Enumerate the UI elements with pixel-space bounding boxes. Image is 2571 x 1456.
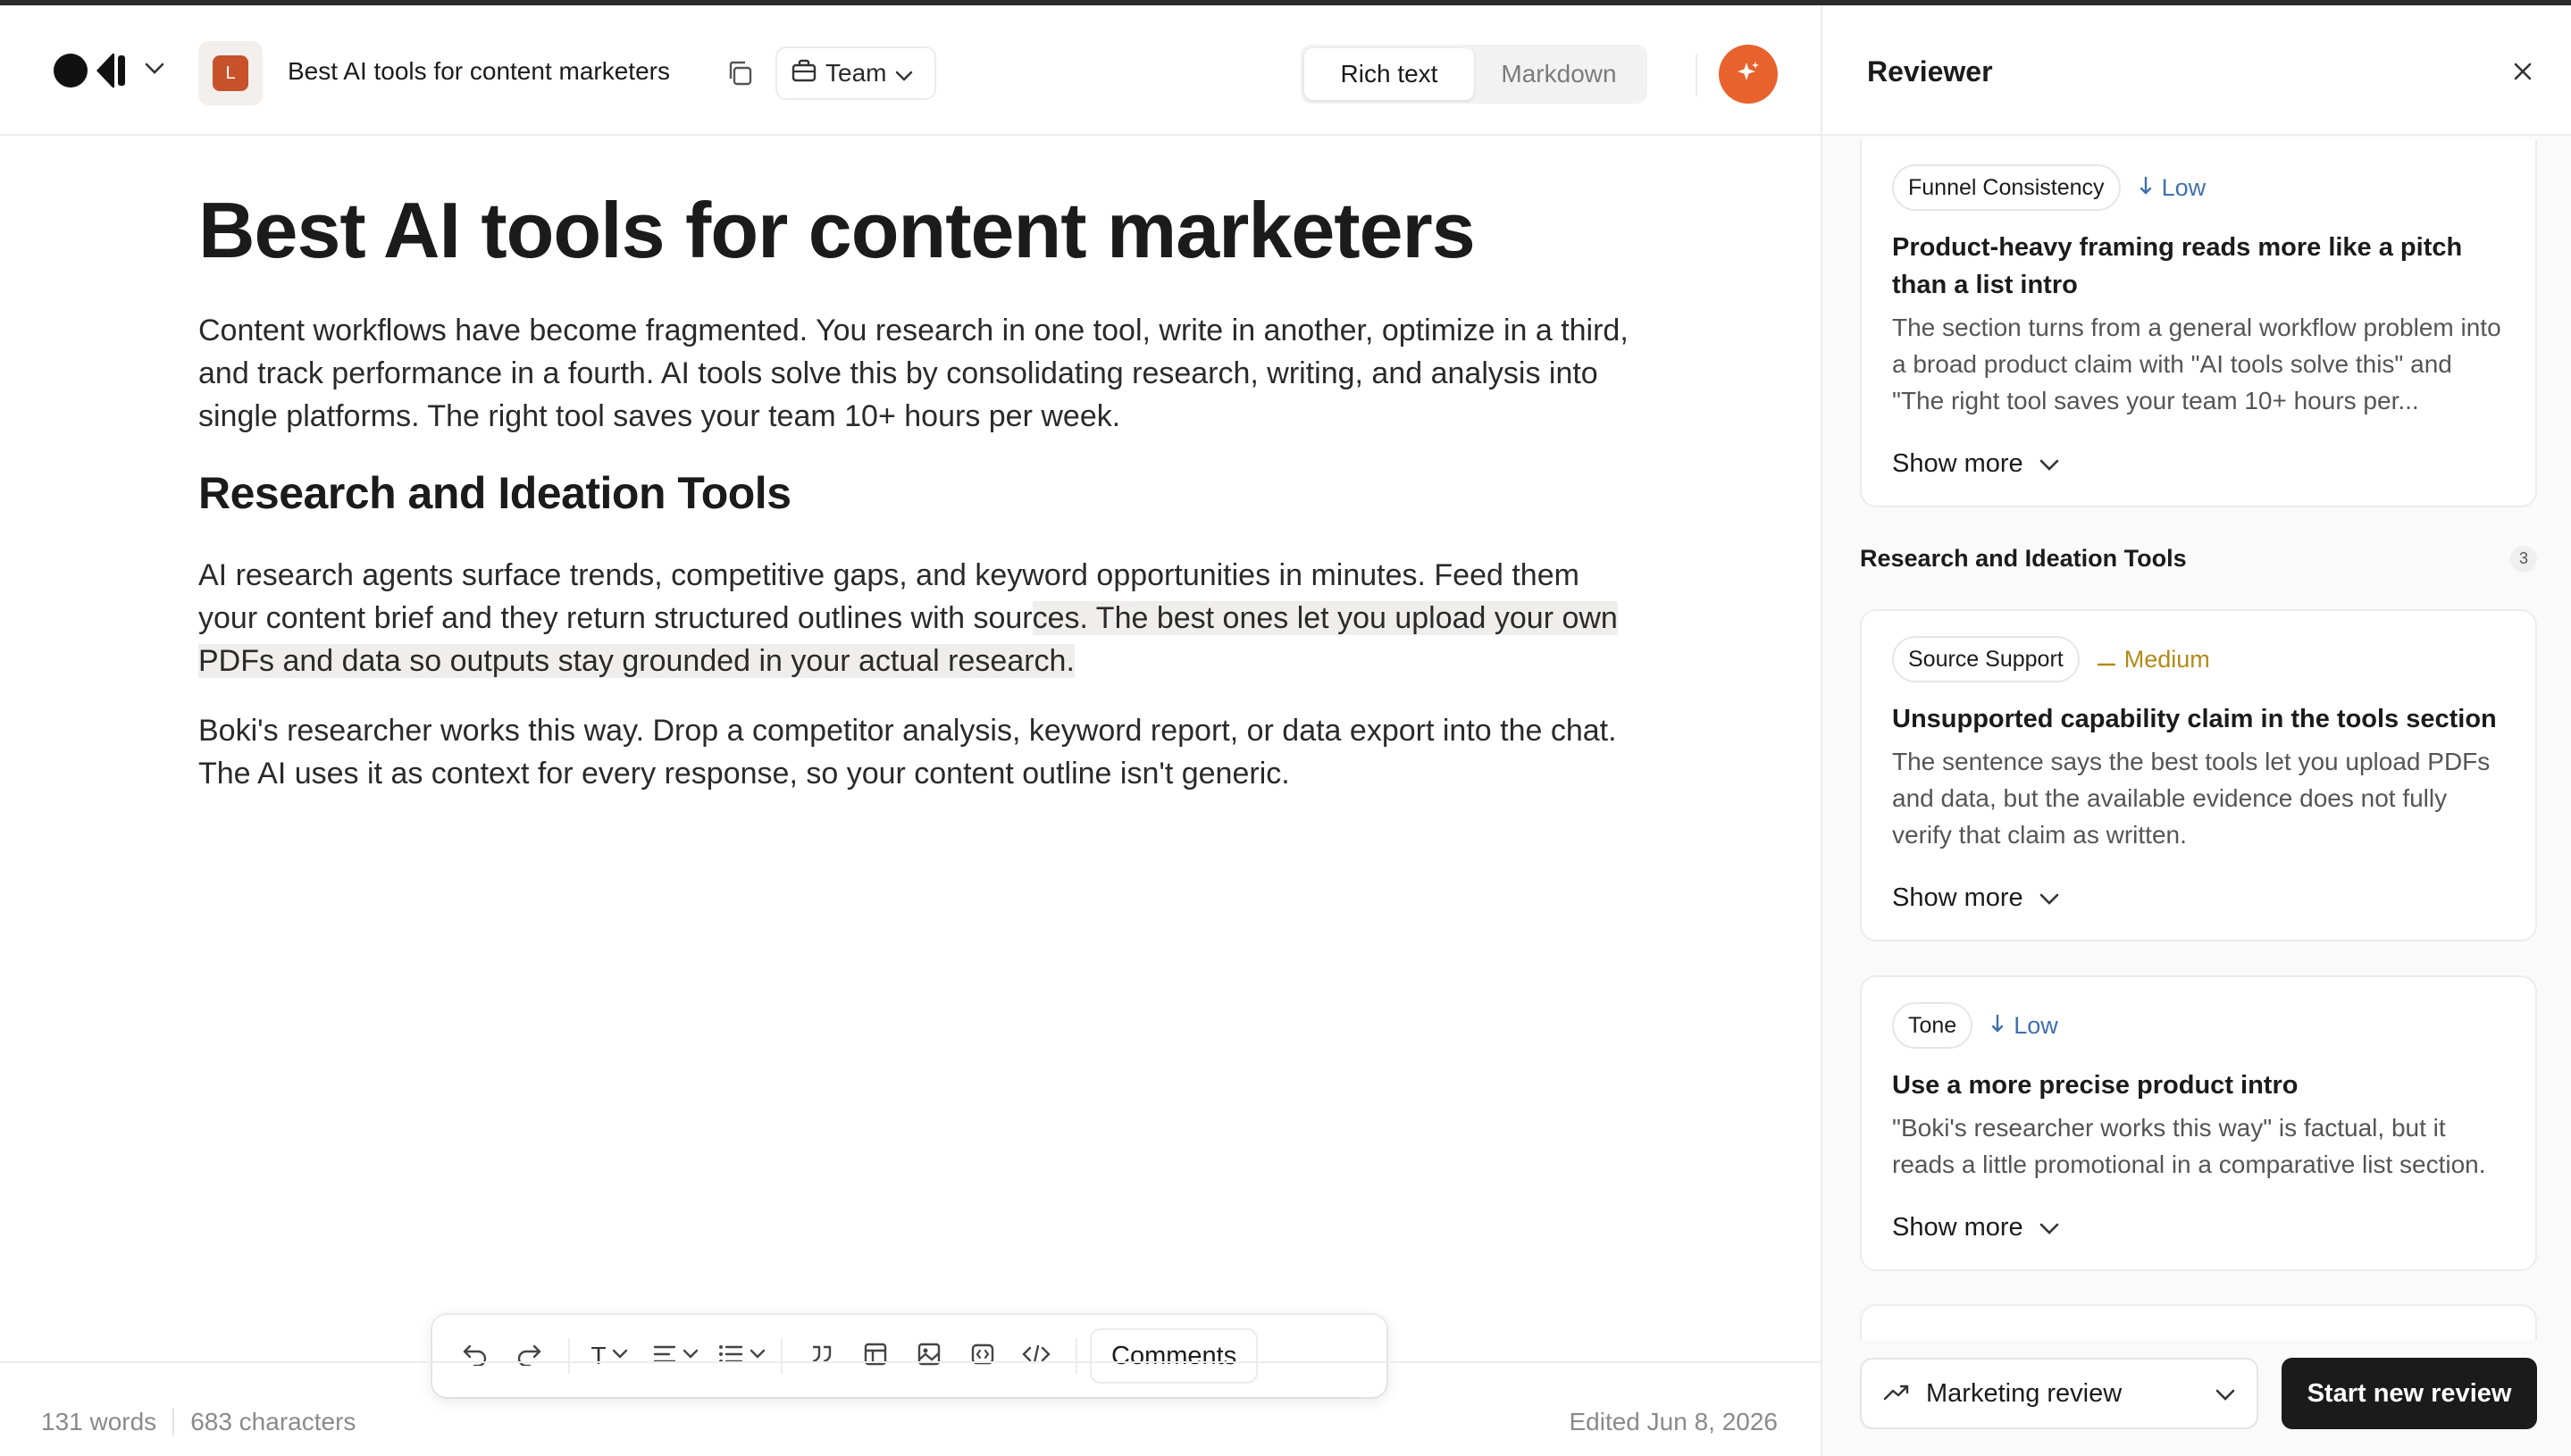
card-tags: Funnel Consistency Low — [1892, 164, 2505, 211]
card-body: The sentence says the best tools let you… — [1892, 748, 2491, 849]
character-count: 683 characters — [190, 1408, 356, 1435]
card-title: Product-heavy framing reads more like a … — [1892, 233, 2463, 299]
logo-dot — [54, 54, 88, 88]
card-tags: Tone Low — [1892, 1002, 2505, 1049]
arrow-down-icon — [2139, 174, 2153, 202]
review-type-label: Marketing review — [1926, 1378, 2123, 1408]
review-card[interactable]: Source Support Medium Unsupported capabi… — [1860, 609, 2537, 941]
document-avatar-letter: L — [213, 55, 248, 91]
intro-paragraph[interactable]: Content workflows have become fragmented… — [198, 309, 1637, 438]
arrow-down-icon — [1990, 1012, 2005, 1040]
header-divider — [1696, 54, 1697, 96]
severity-medium: Medium — [2097, 645, 2210, 674]
review-group-header[interactable]: Research and Ideation Tools 3 — [1860, 545, 2537, 573]
close-icon[interactable] — [2508, 57, 2537, 86]
sparkle-icon — [1735, 59, 1762, 90]
show-more-button[interactable]: Show more — [1892, 449, 2505, 479]
dash-icon — [2097, 646, 2116, 674]
editor-footer: 131 words 683 characters Edited Jun 8, 2… — [0, 1361, 1821, 1456]
chevron-down-icon — [2039, 1213, 2059, 1243]
boki-paragraph[interactable]: Boki's researcher works this way. Drop a… — [198, 709, 1637, 795]
reviewer-title: Reviewer — [1867, 55, 1993, 88]
research-paragraph[interactable]: AI research agents surface trends, compe… — [198, 554, 1637, 682]
review-card[interactable]: Tone Low Use a more precise product intr… — [1860, 975, 2537, 1271]
section-heading[interactable]: Research and Ideation Tools — [198, 464, 1628, 522]
review-card[interactable]: Funnel Consistency Low Product-heavy fra… — [1860, 139, 2537, 507]
markdown-tab[interactable]: Markdown — [1474, 48, 1644, 100]
chevron-down-icon — [895, 59, 913, 88]
word-count: 131 words — [41, 1408, 157, 1435]
card-body: "Boki's researcher works this way" is fa… — [1892, 1114, 2486, 1178]
show-more-button[interactable]: Show more — [1892, 1213, 2505, 1243]
reviewer-header: Reviewer — [1822, 5, 2571, 136]
review-card-peek — [1860, 1304, 2537, 1340]
chevron-down-icon — [145, 63, 164, 79]
ai-assistant-button[interactable] — [1719, 45, 1778, 104]
chevron-down-icon — [2039, 883, 2059, 913]
card-title: Use a more precise product intro — [1892, 1071, 2299, 1100]
severity-label: Medium — [2123, 645, 2210, 673]
reviewer-panel: Reviewer Funnel Consistency Low Product-… — [1821, 5, 2571, 1456]
chevron-down-icon — [2039, 449, 2059, 479]
document-heading[interactable]: Best AI tools for content marketers — [198, 184, 1628, 277]
document-title[interactable]: Best AI tools for content marketers — [288, 57, 670, 86]
category-tag: Tone — [1892, 1002, 1973, 1049]
show-more-label: Show more — [1892, 883, 2023, 912]
team-label: Team — [825, 59, 887, 87]
logo-mark — [93, 54, 129, 88]
document-avatar[interactable]: L — [198, 41, 263, 105]
show-more-label: Show more — [1892, 1213, 2023, 1242]
edited-timestamp: Edited Jun 8, 2026 — [1569, 1408, 1778, 1435]
editor-pane: L Best AI tools for content marketers Te… — [0, 5, 1821, 1456]
severity-label: Low — [2014, 1011, 2058, 1039]
category-tag: Source Support — [1892, 636, 2080, 682]
copy-icon[interactable] — [724, 57, 756, 89]
show-more-button[interactable]: Show more — [1892, 883, 2505, 913]
reviewer-footer: Marketing review Start new review — [1822, 1345, 2571, 1456]
stats-divider — [172, 1409, 175, 1435]
chevron-down-icon — [2215, 1379, 2235, 1409]
rich-text-tab[interactable]: Rich text — [1304, 48, 1474, 100]
group-count-badge: 3 — [2510, 545, 2537, 573]
editor-header: L Best AI tools for content marketers Te… — [0, 5, 1821, 136]
severity-label: Low — [2161, 173, 2207, 201]
start-new-review-button[interactable]: Start new review — [2282, 1358, 2537, 1429]
show-more-label: Show more — [1892, 449, 2023, 478]
document-body[interactable]: Best AI tools for content marketers Cont… — [198, 184, 1629, 822]
group-title: Research and Ideation Tools — [1860, 545, 2187, 572]
severity-low: Low — [2139, 173, 2207, 202]
document-stats: 131 words 683 characters — [41, 1408, 356, 1436]
category-tag: Funnel Consistency — [1892, 164, 2121, 211]
trend-up-icon — [1883, 1379, 1910, 1409]
review-type-select[interactable]: Marketing review — [1860, 1358, 2258, 1429]
severity-low: Low — [1990, 1012, 2058, 1040]
card-title: Unsupported capability claim in the tool… — [1892, 705, 2497, 733]
card-body: The section turns from a general workflo… — [1892, 314, 2501, 414]
briefcase-icon — [791, 59, 817, 88]
team-selector[interactable]: Team — [775, 46, 937, 100]
card-tags: Source Support Medium — [1892, 636, 2505, 682]
view-mode-toggle: Rich text Markdown — [1301, 45, 1647, 104]
workspace-switcher[interactable] — [54, 54, 164, 88]
